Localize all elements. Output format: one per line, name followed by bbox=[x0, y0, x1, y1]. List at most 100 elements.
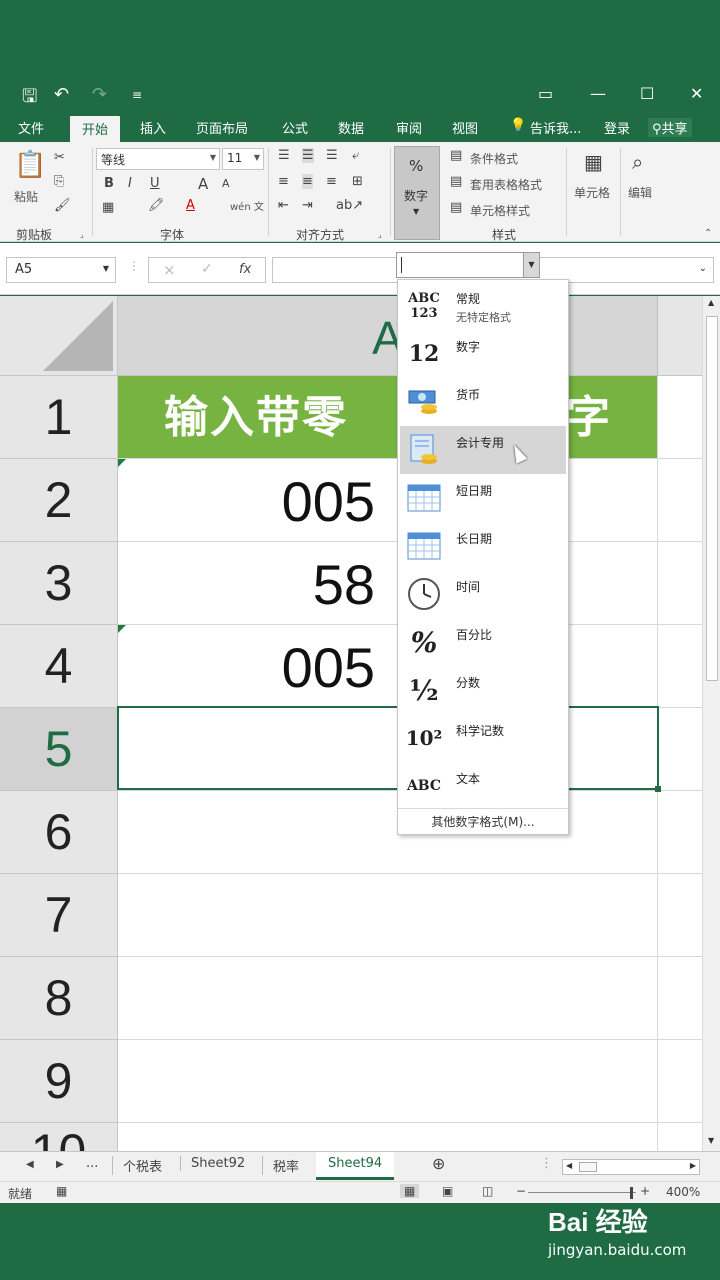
page-layout-view-icon[interactable]: ▣ bbox=[442, 1184, 453, 1198]
cells-button[interactable]: 单元格 bbox=[574, 184, 610, 201]
cell-a8[interactable] bbox=[118, 957, 658, 1040]
underline-button[interactable]: U bbox=[150, 176, 160, 191]
align-middle-icon[interactable]: ☰ bbox=[302, 148, 314, 163]
phonetic-button[interactable]: wén 文 bbox=[230, 198, 264, 213]
cell-a7[interactable] bbox=[118, 874, 658, 957]
cell-b1[interactable] bbox=[658, 376, 702, 459]
page-break-view-icon[interactable]: ◫ bbox=[482, 1184, 493, 1198]
table-format-button[interactable]: 套用表格格式 bbox=[470, 176, 542, 193]
italic-button[interactable]: I bbox=[128, 176, 132, 191]
menu-item-time[interactable]: 时间 bbox=[400, 570, 566, 618]
share-button[interactable]: ⚲共享 bbox=[648, 118, 692, 137]
number-format-combo[interactable]: ▼ bbox=[396, 252, 540, 278]
menu-item-text[interactable]: ABC 文本 bbox=[400, 762, 566, 810]
chevron-down-icon[interactable]: ▼ bbox=[523, 253, 539, 277]
merge-center-icon[interactable]: ⊞ bbox=[352, 174, 363, 189]
sheet-tab-sheet92[interactable]: Sheet92 bbox=[180, 1156, 245, 1171]
enter-icon[interactable]: ✓ bbox=[201, 261, 213, 277]
orientation-icon[interactable]: ab↗ bbox=[336, 198, 363, 213]
minimize-icon[interactable]: — bbox=[590, 84, 606, 103]
cell-b2[interactable] bbox=[658, 459, 702, 542]
more-number-formats[interactable]: 其他数字格式(M)... bbox=[398, 808, 568, 834]
close-icon[interactable]: ✕ bbox=[690, 84, 703, 103]
cell-a6[interactable] bbox=[118, 791, 658, 874]
menu-item-short-date[interactable]: 短日期 bbox=[400, 474, 566, 522]
name-box[interactable]: A5 ▼ bbox=[6, 257, 116, 283]
zoom-slider[interactable] bbox=[528, 1192, 636, 1193]
font-color-button[interactable]: A bbox=[186, 198, 195, 213]
row-header-8[interactable]: 8 bbox=[0, 957, 118, 1040]
more-sheets-button[interactable]: ... bbox=[86, 1156, 98, 1171]
collapse-ribbon-icon[interactable]: ⌃ bbox=[704, 228, 712, 239]
column-header-a[interactable]: A bbox=[118, 296, 658, 376]
insert-function-icon[interactable]: fx bbox=[239, 262, 251, 277]
scroll-left-icon[interactable]: ◀ bbox=[566, 1161, 572, 1170]
sheet-tab-tax[interactable]: 个税表 bbox=[112, 1156, 162, 1175]
tab-insert[interactable]: 插入 bbox=[140, 118, 166, 137]
add-sheet-icon[interactable]: ⊕ bbox=[432, 1154, 445, 1173]
redo-icon[interactable]: ↷ bbox=[92, 84, 107, 105]
row-header-10[interactable]: 10 bbox=[0, 1123, 118, 1151]
font-name-combo[interactable]: 等线 ▼ bbox=[96, 148, 220, 170]
cell-a4[interactable]: 005 bbox=[118, 625, 658, 708]
tell-me-search[interactable]: 告诉我... bbox=[530, 118, 581, 137]
tab-data[interactable]: 数据 bbox=[338, 118, 364, 137]
scroll-right-icon[interactable]: ▶ bbox=[690, 1161, 696, 1170]
select-all-corner[interactable] bbox=[0, 296, 118, 376]
align-left-icon[interactable]: ≡ bbox=[278, 174, 289, 189]
undo-icon[interactable]: ↶ bbox=[54, 84, 69, 105]
cell-b9[interactable] bbox=[658, 1040, 702, 1123]
cell-a3[interactable]: 58 bbox=[118, 542, 658, 625]
cell-b8[interactable] bbox=[658, 957, 702, 1040]
tab-formulas[interactable]: 公式 bbox=[282, 118, 308, 137]
expand-formula-bar-icon[interactable]: ⌄ bbox=[699, 263, 707, 274]
fill-handle[interactable] bbox=[655, 786, 661, 792]
scroll-thumb[interactable] bbox=[706, 316, 718, 681]
cell-b4[interactable] bbox=[658, 625, 702, 708]
wrap-text-icon[interactable]: ⤶ bbox=[352, 148, 359, 163]
cell-b3[interactable] bbox=[658, 542, 702, 625]
vertical-scrollbar[interactable]: ▲ ▼ bbox=[702, 296, 720, 1151]
align-center-icon[interactable]: ≡ bbox=[302, 174, 313, 189]
cell-b6[interactable] bbox=[658, 791, 702, 874]
cancel-icon[interactable]: × bbox=[163, 261, 176, 279]
row-header-4[interactable]: 4 bbox=[0, 625, 118, 708]
menu-item-long-date[interactable]: 长日期 bbox=[400, 522, 566, 570]
sheet-tab-rate[interactable]: 税率 bbox=[262, 1156, 299, 1175]
search-icon[interactable]: ⌕ bbox=[632, 150, 643, 174]
editing-button[interactable]: 编辑 bbox=[628, 184, 652, 201]
next-sheet-icon[interactable]: ▶ bbox=[56, 1159, 64, 1170]
login-link[interactable]: 登录 bbox=[604, 118, 630, 137]
align-top-icon[interactable]: ☰ bbox=[278, 148, 290, 163]
menu-item-fraction[interactable]: ½ 分数 bbox=[400, 666, 566, 714]
row-header-2[interactable]: 2 bbox=[0, 459, 118, 542]
cell-a10[interactable] bbox=[118, 1123, 658, 1151]
cell-a1[interactable]: 输入带零 字 bbox=[118, 376, 658, 459]
cell-a2[interactable]: 005 bbox=[118, 459, 658, 542]
paste-label[interactable]: 粘贴 bbox=[14, 188, 38, 205]
number-format-button[interactable]: % 数字 ▼ bbox=[394, 146, 440, 240]
cells-icon[interactable]: ▦ bbox=[584, 150, 603, 174]
conditional-format-icon[interactable]: ▤ bbox=[450, 148, 462, 163]
increase-indent-icon[interactable]: ⇥ bbox=[302, 198, 313, 213]
column-header-b[interactable] bbox=[658, 296, 702, 376]
menu-item-percent[interactable]: % 百分比 bbox=[400, 618, 566, 666]
zoom-level[interactable]: 400% bbox=[666, 1185, 700, 1199]
normal-view-icon[interactable]: ▦ bbox=[400, 1184, 420, 1198]
row-header-5[interactable]: 5 bbox=[0, 708, 118, 791]
cell-b5[interactable] bbox=[658, 708, 702, 791]
scroll-down-icon[interactable]: ▼ bbox=[708, 1136, 714, 1145]
conditional-format-button[interactable]: 条件格式 bbox=[470, 150, 518, 167]
fill-color-icon[interactable]: 🖍 bbox=[148, 198, 165, 213]
zoom-out-icon[interactable]: − bbox=[516, 1184, 526, 1198]
border-icon[interactable]: ▦ bbox=[102, 200, 114, 215]
maximize-icon[interactable]: ☐ bbox=[640, 84, 654, 103]
align-bottom-icon[interactable]: ☰ bbox=[326, 148, 338, 163]
format-painter-icon[interactable]: 🖌 bbox=[54, 198, 71, 213]
tab-page-layout[interactable]: 页面布局 bbox=[196, 118, 248, 137]
qat-more-icon[interactable]: ≡ bbox=[132, 88, 142, 102]
cut-icon[interactable]: ✂ bbox=[54, 150, 65, 165]
copy-icon[interactable]: ⎘ bbox=[54, 174, 64, 189]
sheet-tab-sheet94[interactable]: Sheet94 bbox=[316, 1152, 395, 1180]
menu-item-currency[interactable]: 货币 bbox=[400, 378, 566, 426]
